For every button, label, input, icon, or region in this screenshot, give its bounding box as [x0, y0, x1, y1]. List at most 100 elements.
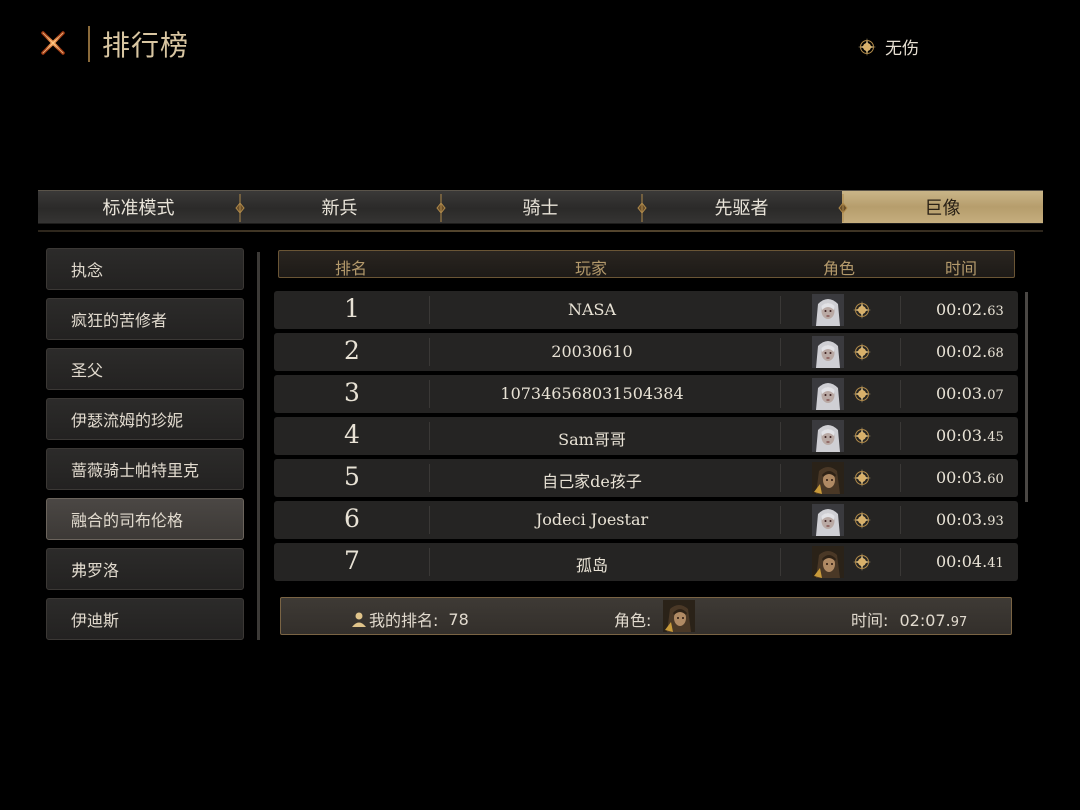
boss-list-scrollbar[interactable]: [257, 252, 260, 640]
tab-pioneer[interactable]: 先驱者: [641, 190, 848, 224]
my-time-label: 时间:: [851, 611, 889, 630]
tab-colossus[interactable]: 巨像: [842, 190, 1043, 224]
sun-emblem-icon: [852, 300, 872, 320]
header-time: 时间: [944, 259, 978, 278]
boss-label: 执念: [71, 261, 104, 280]
my-time-ms: 97: [950, 615, 968, 630]
column-divider: [900, 464, 901, 492]
time-main: 00:03.: [936, 510, 988, 529]
time-ms: 63: [987, 304, 1004, 319]
sun-emblem-icon: [852, 552, 872, 572]
column-divider: [429, 338, 430, 366]
player-name: NASA: [567, 300, 617, 319]
boss-label: 圣父: [71, 361, 104, 380]
column-divider: [900, 506, 901, 534]
tab-knight[interactable]: 骑士: [440, 190, 647, 224]
silver-hair-portrait-icon: [812, 420, 844, 452]
tab-separator-icon: [838, 194, 848, 222]
title-divider: [88, 26, 90, 62]
leaderboard-header: 排名 玩家 角色 时间: [278, 250, 1015, 278]
boss-item[interactable]: 伊瑟流姆的珍妮: [46, 398, 244, 440]
no-damage-filter[interactable]: 无伤: [857, 34, 919, 59]
column-divider: [780, 338, 781, 366]
boss-label: 蔷薇骑士帕特里克: [71, 461, 200, 480]
tab-separator-icon: [436, 194, 446, 222]
tab-label: 骑士: [522, 198, 559, 219]
column-divider: [429, 548, 430, 576]
player-name: 107346568031504384: [500, 384, 684, 403]
player-name: 自己家de孩子: [542, 472, 642, 491]
tab-separator-icon: [637, 194, 647, 222]
column-divider: [780, 380, 781, 408]
tab-recruit[interactable]: 新兵: [239, 190, 446, 224]
dark-hair-portrait-icon: [663, 600, 695, 632]
sun-emblem-icon: [852, 468, 872, 488]
rank-number: 1: [344, 294, 360, 323]
my-time: 时间: 02:07.97: [851, 607, 967, 631]
close-button[interactable]: [36, 26, 70, 60]
rank-number: 6: [344, 504, 360, 533]
clear-time: 00:03.60: [936, 468, 1004, 487]
boss-label: 伊迪斯: [71, 611, 120, 630]
boss-label: 疯狂的苦修者: [71, 311, 168, 330]
boss-label: 伊瑟流姆的珍妮: [71, 411, 184, 430]
tab-label: 巨像: [924, 198, 961, 219]
leaderboard-row[interactable]: 4 Sam哥哥 00:03.45: [274, 417, 1018, 455]
leaderboard-row[interactable]: 1 NASA 00:02.63: [274, 291, 1018, 329]
boss-item[interactable]: 圣父: [46, 348, 244, 390]
rank-number: 2: [344, 336, 360, 365]
silver-hair-portrait-icon: [812, 336, 844, 368]
boss-item[interactable]: 伊迪斯: [46, 598, 244, 640]
tab-separator-icon: [235, 194, 245, 222]
leaderboard-rows: 1 NASA 00:02.63 2 20030610 00:02.68 3 1073…: [274, 291, 1018, 585]
column-divider: [780, 464, 781, 492]
tab-label: 新兵: [321, 198, 358, 219]
sun-emblem-icon: [852, 510, 872, 530]
no-damage-label: 无伤: [885, 39, 919, 59]
clear-time: 00:03.45: [936, 426, 1004, 445]
clear-time: 00:03.93: [936, 510, 1004, 529]
leaderboard-row[interactable]: 2 20030610 00:02.68: [274, 333, 1018, 371]
time-ms: 93: [987, 514, 1004, 529]
rank-number: 7: [344, 546, 360, 575]
leaderboard-scrollbar[interactable]: [1025, 292, 1028, 502]
silver-hair-portrait-icon: [812, 504, 844, 536]
my-rank-info: 我的排名: 78: [351, 607, 469, 631]
my-role-label: 角色:: [614, 611, 652, 630]
column-divider: [900, 548, 901, 576]
player-name: Jodeci Joestar: [535, 510, 649, 529]
tab-label: 标准模式: [102, 198, 175, 219]
time-main: 00:03.: [936, 384, 988, 403]
leaderboard-row[interactable]: 6 Jodeci Joestar 00:03.93: [274, 501, 1018, 539]
clear-time: 00:04.41: [936, 552, 1004, 571]
column-divider: [429, 422, 430, 450]
time-main: 00:04.: [936, 552, 988, 571]
tab-standard[interactable]: 标准模式: [38, 190, 245, 224]
boss-item-selected[interactable]: 融合的司布伦格: [46, 498, 244, 540]
my-rank-value: 78: [448, 609, 469, 629]
difficulty-tabs: 标准模式 新兵 骑士 先驱者 巨像: [38, 190, 1043, 224]
time-ms: 41: [987, 556, 1004, 571]
column-divider: [900, 338, 901, 366]
boss-item[interactable]: 蔷薇骑士帕特里克: [46, 448, 244, 490]
dark-hair-portrait-icon: [812, 546, 844, 578]
time-ms: 60: [987, 472, 1004, 487]
my-time-main: 02:07.: [899, 611, 951, 630]
leaderboard-row[interactable]: 3 107346568031504384 00:03.07: [274, 375, 1018, 413]
leaderboard-row[interactable]: 5 自己家de孩子 00:03.60: [274, 459, 1018, 497]
header-role: 角色: [822, 259, 856, 278]
rank-number: 4: [344, 420, 360, 449]
sun-emblem-icon: [852, 426, 872, 446]
time-main: 00:03.: [936, 426, 988, 445]
clear-time: 00:03.07: [936, 384, 1004, 403]
boss-item[interactable]: 执念: [46, 248, 244, 290]
time-main: 00:03.: [936, 468, 988, 487]
boss-item[interactable]: 疯狂的苦修者: [46, 298, 244, 340]
boss-item[interactable]: 弗罗洛: [46, 548, 244, 590]
silver-hair-portrait-icon: [812, 294, 844, 326]
rank-number: 5: [344, 462, 360, 491]
column-divider: [780, 296, 781, 324]
leaderboard-row[interactable]: 7 孤岛 00:04.41: [274, 543, 1018, 581]
time-main: 00:02.: [936, 342, 988, 361]
user-icon: [352, 612, 366, 627]
